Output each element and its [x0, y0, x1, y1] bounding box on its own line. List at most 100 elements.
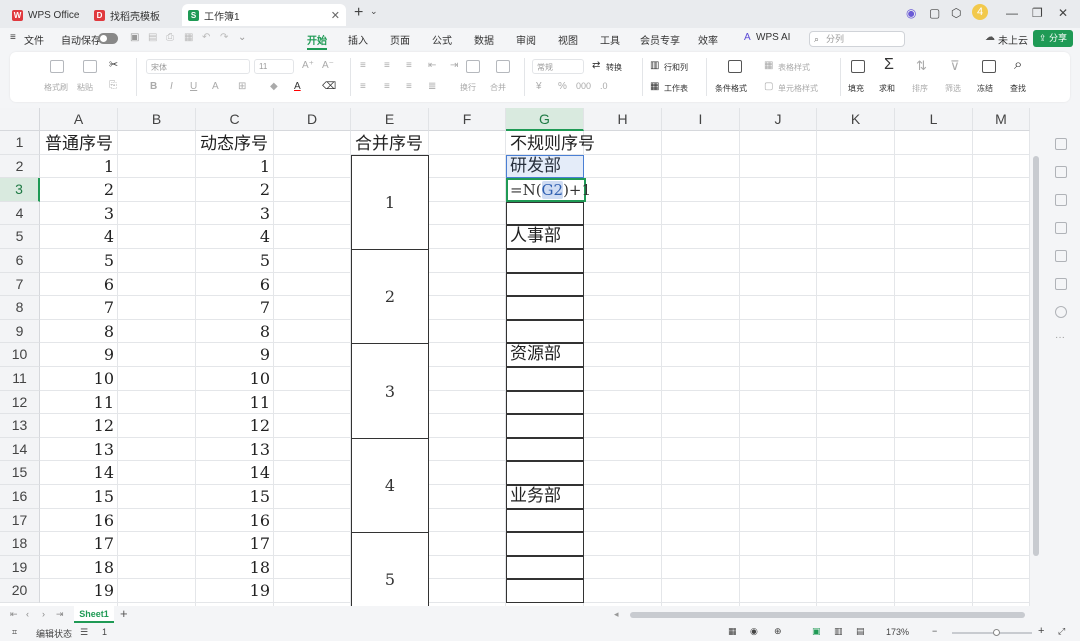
cell-g8[interactable]: [506, 296, 584, 320]
row-col-icon[interactable]: ▥: [650, 60, 659, 71]
merged-cell-e6[interactable]: 2: [351, 249, 429, 345]
vertical-scrollbar[interactable]: [1031, 108, 1041, 606]
header-cell-c[interactable]: 动态序号: [200, 133, 298, 156]
cell-g13[interactable]: [506, 414, 584, 438]
fullscreen-icon[interactable]: ⤢: [1058, 626, 1065, 637]
first-sheet-icon[interactable]: ⇤: [10, 609, 18, 620]
cell-g6[interactable]: [506, 249, 584, 273]
cell-c18[interactable]: 17: [196, 532, 270, 555]
header-cell-e[interactable]: 合并序号: [355, 133, 453, 156]
fill-icon[interactable]: [851, 60, 865, 73]
row-header-16[interactable]: 16: [0, 485, 40, 509]
sheet-tab-sheet1[interactable]: Sheet1: [74, 606, 114, 623]
cell-a20[interactable]: 19: [40, 579, 114, 602]
justify-icon[interactable]: ≣: [428, 81, 436, 92]
spreadsheet-grid[interactable]: ABCDEFGHIJKLM 1 2 3 4 5 6 7 8 9 10 11 12 13 14 15 16 17 1…: [0, 108, 1030, 606]
cell-c2[interactable]: 1: [196, 155, 270, 178]
freeze-icon[interactable]: [982, 60, 996, 73]
cell-c20[interactable]: 19: [196, 579, 270, 602]
conditional-format-icon[interactable]: [728, 60, 742, 73]
row-header-4[interactable]: 4: [0, 201, 40, 226]
cell-style-icon[interactable]: ▢: [764, 81, 773, 92]
decimal-icon[interactable]: .0: [600, 81, 608, 91]
select-tool-icon[interactable]: [1055, 138, 1067, 150]
export-pdf-icon[interactable]: ▤: [148, 32, 157, 43]
merge-label[interactable]: 合并: [490, 82, 506, 93]
menu-efficiency[interactable]: 效率: [698, 32, 718, 47]
row-header-7[interactable]: 7: [0, 272, 40, 297]
autosave-toggle[interactable]: [98, 33, 118, 44]
cell-c6[interactable]: 5: [196, 249, 270, 272]
cell-a19[interactable]: 18: [40, 556, 114, 579]
tab-workbook1[interactable]: S 工作簿1 ✕: [182, 4, 346, 26]
row-header-19[interactable]: 19: [0, 555, 40, 580]
bold-icon[interactable]: B: [150, 81, 157, 92]
row-header-1[interactable]: 1: [0, 131, 40, 155]
column-header-g[interactable]: G: [506, 108, 584, 131]
align-middle-icon[interactable]: ≡: [384, 60, 390, 71]
cell-c5[interactable]: 4: [196, 225, 270, 248]
cell-a6[interactable]: 5: [40, 249, 114, 272]
last-sheet-icon[interactable]: ⇥: [56, 609, 64, 620]
copy-icon[interactable]: ⎘: [109, 80, 117, 91]
decrease-font-icon[interactable]: A⁻: [322, 60, 334, 71]
row-header-9[interactable]: 9: [0, 319, 40, 344]
cell-a2[interactable]: 1: [40, 155, 114, 178]
filter-label[interactable]: 筛选: [945, 83, 961, 94]
row-header-17[interactable]: 17: [0, 508, 40, 533]
column-header-j[interactable]: J: [740, 108, 817, 131]
worksheet-icon[interactable]: ▦: [650, 81, 659, 92]
close-tab-icon[interactable]: ✕: [331, 9, 340, 22]
row-col-label[interactable]: 行和列: [664, 62, 688, 73]
backup-tool-icon[interactable]: [1055, 278, 1067, 290]
list-icon[interactable]: ☰: [80, 627, 88, 638]
cell-a16[interactable]: 15: [40, 485, 114, 508]
minimize-icon[interactable]: —: [1006, 6, 1018, 20]
preview-icon[interactable]: ▦: [184, 32, 193, 43]
cell-style-label[interactable]: 单元格样式: [778, 83, 818, 94]
indent-right-icon[interactable]: ⇥: [450, 60, 458, 71]
horizontal-scrollbar[interactable]: [630, 612, 1025, 618]
macro-icon[interactable]: ⌗: [12, 627, 17, 638]
paste-icon[interactable]: [83, 60, 97, 73]
format-painter-icon[interactable]: [50, 60, 64, 73]
cell-a18[interactable]: 17: [40, 532, 114, 555]
cut-icon[interactable]: ✂: [109, 58, 118, 71]
hamburger-icon[interactable]: ≡: [10, 32, 16, 43]
header-cell-g[interactable]: 不规则序号: [510, 133, 608, 156]
currency-icon[interactable]: ¥: [536, 81, 542, 92]
protect-icon[interactable]: ▦: [728, 626, 737, 637]
italic-icon[interactable]: I: [170, 81, 173, 92]
border-icon[interactable]: ⊞: [238, 81, 246, 92]
menu-insert[interactable]: 插入: [348, 32, 368, 47]
column-header-a[interactable]: A: [40, 108, 118, 131]
align-left-icon[interactable]: ≡: [360, 81, 366, 92]
column-header-l[interactable]: L: [895, 108, 973, 131]
find-icon[interactable]: ⌕: [1014, 56, 1022, 73]
sort-label[interactable]: 排序: [912, 83, 928, 94]
cell-g18[interactable]: [506, 532, 584, 556]
cube-icon[interactable]: ⬡: [951, 6, 961, 20]
row-header-11[interactable]: 11: [0, 367, 40, 391]
cell-c12[interactable]: 11: [196, 391, 270, 414]
cell-g20[interactable]: [506, 579, 584, 603]
cell-a4[interactable]: 3: [40, 202, 114, 225]
row-header-5[interactable]: 5: [0, 225, 40, 249]
number-format-select[interactable]: 常规: [532, 59, 584, 74]
cell-g19[interactable]: [506, 555, 584, 580]
column-header-m[interactable]: M: [973, 108, 1030, 131]
menu-data[interactable]: 数据: [474, 32, 494, 47]
column-header-f[interactable]: F: [429, 108, 506, 131]
menu-tools[interactable]: 工具: [600, 32, 620, 47]
row-header-15[interactable]: 15: [0, 461, 40, 485]
worksheet-label[interactable]: 工作表: [664, 83, 688, 94]
help-icon[interactable]: [1055, 306, 1067, 318]
row-header-20[interactable]: 20: [0, 579, 40, 603]
cell-a5[interactable]: 4: [40, 225, 114, 248]
row-header-2[interactable]: 2: [0, 154, 40, 179]
zoom-slider-handle[interactable]: [993, 629, 1000, 636]
convert-label[interactable]: 转换: [606, 62, 622, 73]
zoom-out-icon[interactable]: −: [932, 626, 937, 636]
menu-formula[interactable]: 公式: [432, 32, 452, 47]
percent-icon[interactable]: %: [558, 81, 567, 92]
